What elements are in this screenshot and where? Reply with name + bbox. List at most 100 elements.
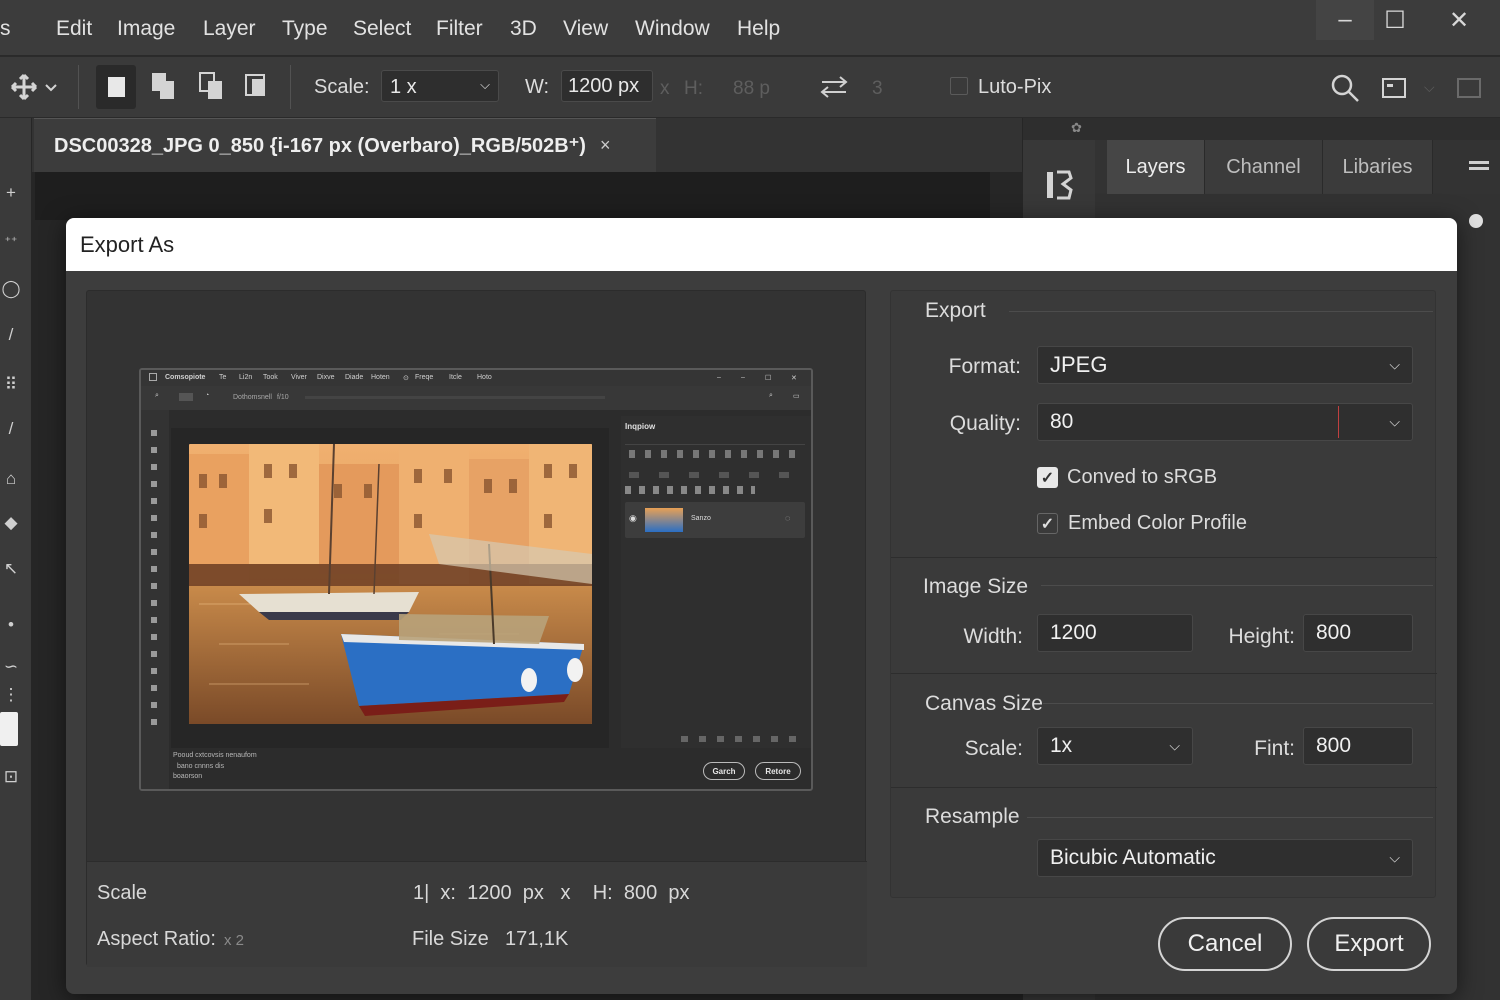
chevron-down-icon: ⌵ xyxy=(1389,413,1400,430)
foreground-color-swatch[interactable] xyxy=(0,712,18,746)
fill-icon[interactable]: ◆ xyxy=(0,512,22,534)
mini-maximize-icon: ☐ xyxy=(765,375,772,382)
width-label: Width: xyxy=(963,625,1023,648)
width-field[interactable]: 1200 xyxy=(1037,614,1193,652)
move-tool-button[interactable] xyxy=(10,73,58,106)
cancel-button[interactable]: Cancel xyxy=(1158,917,1292,971)
menu-edit[interactable]: Edit xyxy=(56,17,92,41)
close-window-button[interactable]: ✕ xyxy=(1430,0,1488,40)
panel-menu-button[interactable] xyxy=(1469,160,1491,179)
embed-profile-checkbox[interactable]: ✓ xyxy=(1037,513,1058,534)
format-select[interactable]: JPEG ⌵ xyxy=(1037,346,1413,384)
tab-layers[interactable]: Layers xyxy=(1107,140,1205,194)
scale-select[interactable]: 1 x ⌵ xyxy=(381,70,499,102)
width-input[interactable]: 1200 px xyxy=(561,70,653,102)
dot-icon[interactable]: • xyxy=(0,614,22,636)
tab-channel-label: Channel xyxy=(1226,155,1301,178)
embed-profile-label: Embed Color Profile xyxy=(1068,512,1247,534)
add-selection-button[interactable] xyxy=(150,71,178,106)
tab-libraries-label: Libaries xyxy=(1342,155,1413,178)
mini-panel-title: Inqpiow xyxy=(625,422,656,431)
path-icon[interactable]: ↖ xyxy=(0,558,22,580)
swap-button[interactable] xyxy=(820,75,848,104)
share-button[interactable] xyxy=(1456,77,1484,106)
maximize-button[interactable]: ☐ xyxy=(1366,0,1424,40)
history-panel-button[interactable] xyxy=(1045,168,1075,207)
new-selection-button[interactable] xyxy=(96,65,136,109)
stamp-icon[interactable]: ⠿ xyxy=(0,374,22,396)
menu-image[interactable]: Image xyxy=(117,17,175,41)
section-divider xyxy=(1041,585,1433,586)
brush-icon[interactable]: / xyxy=(0,324,22,346)
menu-help[interactable]: Help xyxy=(737,17,780,41)
height-field[interactable]: 800 xyxy=(1303,614,1413,652)
subtract-selection-button[interactable] xyxy=(198,71,226,106)
pencil-icon[interactable]: / xyxy=(0,418,22,440)
resample-select[interactable]: Bicubic Automatic ⌵ xyxy=(1037,839,1413,877)
cancel-button-label: Cancel xyxy=(1187,930,1263,957)
menu-select[interactable]: Select xyxy=(353,17,411,41)
menu-3d[interactable]: 3D xyxy=(510,17,537,41)
panel-dot-icon[interactable] xyxy=(1469,214,1483,228)
eraser-icon[interactable]: ⌂ xyxy=(0,468,22,490)
quality-select[interactable]: 80 ⌵ xyxy=(1037,403,1413,441)
menu-layer[interactable]: Layer xyxy=(203,17,256,41)
mini-gear-icon: ⊙ xyxy=(403,375,409,382)
mini-tool-icon xyxy=(179,393,193,401)
quality-slider-marker[interactable] xyxy=(1338,406,1339,438)
menu-type[interactable]: Type xyxy=(282,17,328,41)
format-label: Format: xyxy=(948,355,1021,378)
tab-channel[interactable]: Channel xyxy=(1205,140,1323,194)
canvas-size-section-title: Canvas Size xyxy=(925,692,1043,715)
document-tab[interactable]: DSC00328_JPG 0_850 {i-167 px (Overbaro)_… xyxy=(34,118,656,172)
mini-search-icon: ⌕ xyxy=(155,392,159,399)
lasso-icon[interactable]: ◯ xyxy=(0,278,22,300)
preview-pane: Comsopiote Te Li2n Took Viver Dixve Diad… xyxy=(86,290,867,967)
harbor-boat-image xyxy=(189,444,592,724)
chevron-down-icon: ⌵ xyxy=(1389,849,1400,866)
chevron-down-icon: ⌵ xyxy=(1169,737,1180,754)
w-label: W: xyxy=(525,76,550,98)
mini-minimize-icon: – xyxy=(741,374,745,381)
h-label: H: xyxy=(684,78,703,99)
smudge-icon[interactable]: ∽ xyxy=(0,656,22,678)
history-icon xyxy=(1047,170,1073,200)
file-size-label: File Size xyxy=(412,928,489,950)
mini-search-icon: ⌕ xyxy=(769,392,773,399)
tools-panel: + ⁺⁺ ◯ / ⠿ / ⌂ ◆ ↖ • ∽ ⋮ ⊡ xyxy=(0,118,32,1000)
export-section-title: Export xyxy=(925,299,986,322)
mini-menu-item: Took xyxy=(263,374,278,381)
quick-mask-icon[interactable]: ⊡ xyxy=(0,766,22,788)
menu-view[interactable]: View xyxy=(563,17,608,41)
mini-toolbar xyxy=(141,410,169,789)
fint-field[interactable]: 800 xyxy=(1303,727,1413,765)
menu-window[interactable]: Window xyxy=(635,17,710,41)
menu-item-partial[interactable]: s xyxy=(0,17,11,41)
gear-icon[interactable]: ✿ xyxy=(1071,120,1082,136)
convert-srgb-checkbox[interactable]: ✓ xyxy=(1037,467,1058,488)
menu-filter[interactable]: Filter xyxy=(436,17,483,41)
close-tab-icon[interactable]: × xyxy=(600,135,611,156)
mini-app-icon xyxy=(149,373,157,381)
canvas-scale-select[interactable]: 1x ⌵ xyxy=(1037,727,1193,765)
mini-button-left: Garch xyxy=(703,762,745,780)
height-value[interactable]: 88 p xyxy=(733,78,770,100)
section-divider xyxy=(1009,311,1433,312)
format-value: JPEG xyxy=(1050,352,1108,377)
more-tools-icon[interactable]: ⋮ xyxy=(0,684,22,706)
add-tool-icon[interactable]: + xyxy=(0,182,22,204)
mini-minimize-icon: – xyxy=(717,374,721,381)
preview-image: Comsopiote Te Li2n Took Viver Dixve Diad… xyxy=(139,368,813,791)
luto-checkbox[interactable] xyxy=(950,77,968,95)
workspace-button[interactable] xyxy=(1381,77,1409,106)
intersect-selection-button[interactable] xyxy=(244,71,272,106)
height-field-value: 800 xyxy=(1316,621,1352,644)
tab-libraries[interactable]: Libaries xyxy=(1323,140,1433,194)
artboard-icon[interactable]: ⁺⁺ xyxy=(0,230,22,252)
export-button[interactable]: Export xyxy=(1307,917,1431,971)
search-button[interactable] xyxy=(1330,73,1360,108)
mini-menu-item: Li2n xyxy=(239,374,253,381)
height-label: Height: xyxy=(1228,625,1295,648)
aspect-ratio-value: x 2 xyxy=(224,932,245,949)
export-settings: Export Format: JPEG ⌵ Quality: 80 ⌵ ✓ Co… xyxy=(890,290,1437,898)
